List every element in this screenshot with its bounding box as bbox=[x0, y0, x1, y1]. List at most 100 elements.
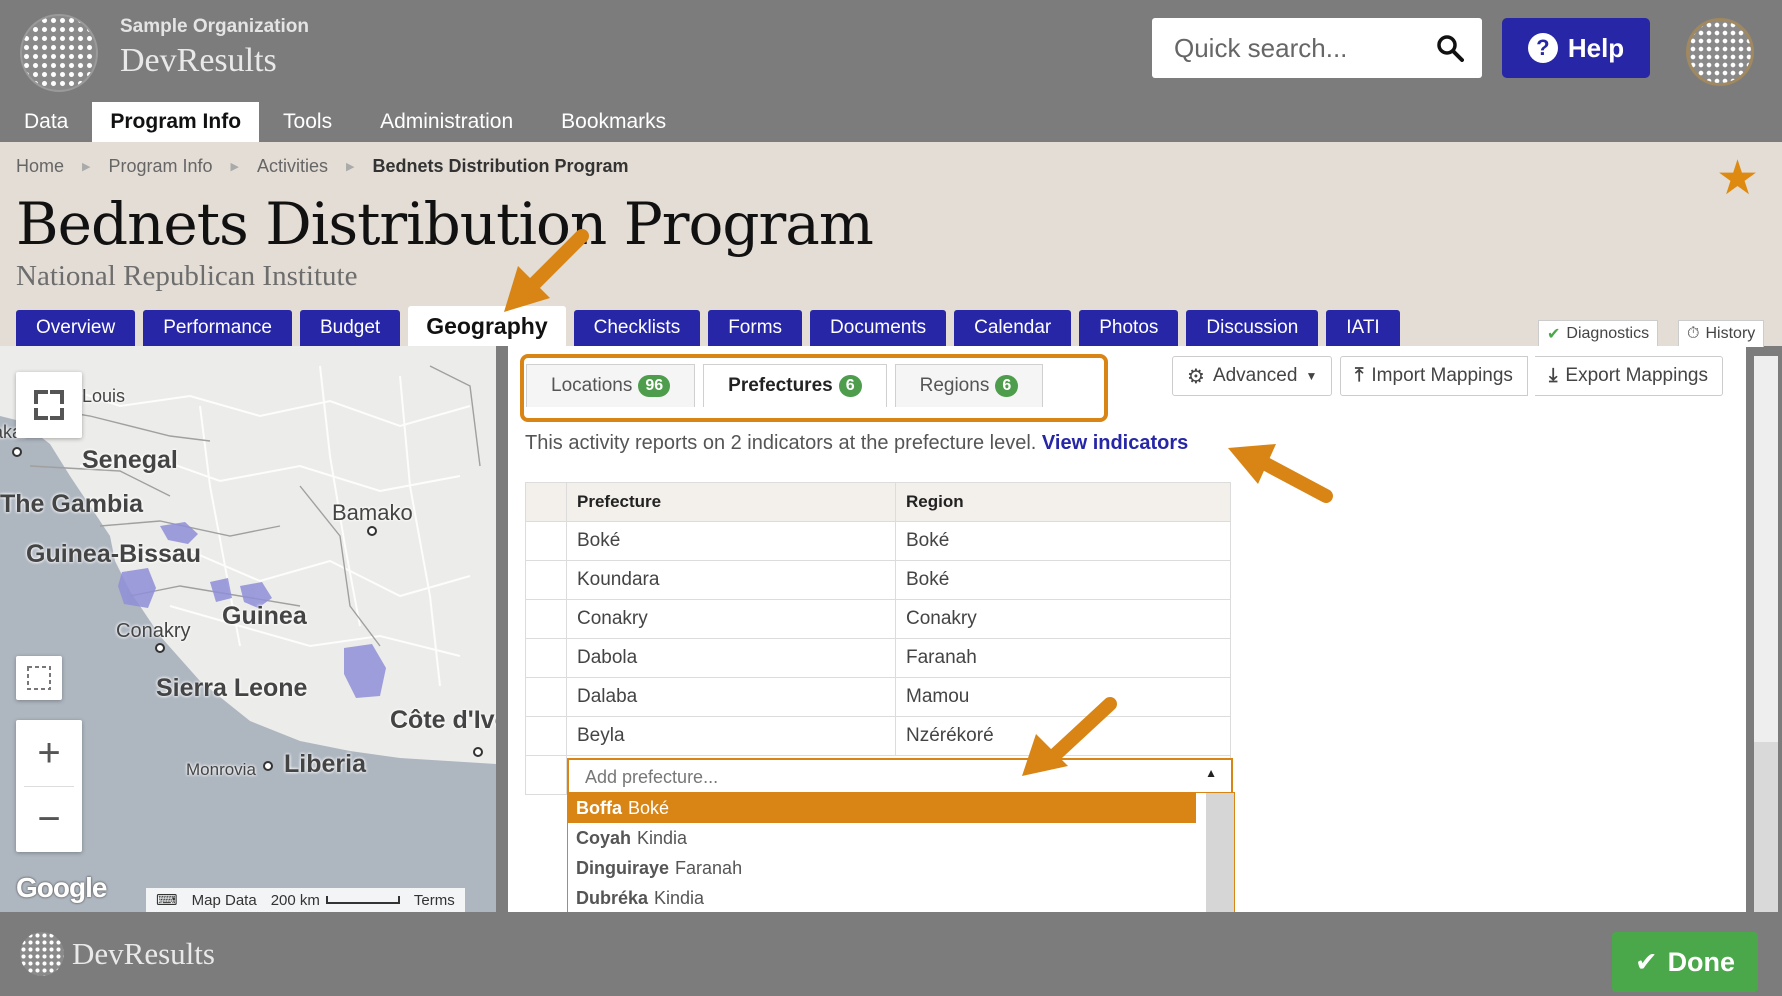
cell-region: Boké bbox=[895, 560, 1231, 600]
history-button[interactable]: ⏱ History bbox=[1678, 320, 1765, 347]
nav-bookmarks[interactable]: Bookmarks bbox=[537, 102, 690, 142]
map-view[interactable]: Louis Dakar Senegal The Gambia Bamako Gu… bbox=[0, 346, 496, 912]
tab-forms[interactable]: Forms bbox=[708, 310, 803, 346]
scale-bar bbox=[325, 896, 400, 904]
advanced-dropdown-button[interactable]: ⚙ Advanced ▼ bbox=[1172, 356, 1333, 396]
breadcrumb-home[interactable]: Home bbox=[16, 156, 64, 177]
map-label-louis: Louis bbox=[82, 386, 126, 406]
add-prefecture-combobox[interactable]: ▲ bbox=[567, 758, 1233, 794]
view-indicators-link[interactable]: View indicators bbox=[1042, 432, 1188, 454]
footer-app-name: DevResults bbox=[72, 936, 215, 971]
page-subtitle: National Republican Institute bbox=[16, 260, 358, 292]
table-header-row: Prefecture Region bbox=[525, 482, 1231, 522]
cell-prefecture[interactable]: Boké bbox=[566, 521, 896, 561]
cell-region: Boké bbox=[895, 521, 1231, 561]
dropdown-scrollbar[interactable] bbox=[1206, 793, 1234, 912]
tab-iati[interactable]: IATI bbox=[1326, 310, 1400, 346]
map-label-cote-divoire: Côte d'Ivoire bbox=[390, 706, 496, 734]
nav-administration[interactable]: Administration bbox=[356, 102, 537, 142]
nav-tools[interactable]: Tools bbox=[259, 102, 356, 142]
done-button[interactable]: ✔ Done bbox=[1612, 932, 1758, 992]
diagnostics-button[interactable]: ✔ Diagnostics bbox=[1538, 320, 1659, 347]
breadcrumb-activities[interactable]: Activities bbox=[257, 156, 328, 177]
help-label: Help bbox=[1567, 32, 1625, 63]
map-attribution: ⌨ Map Data 200 km Terms bbox=[146, 888, 465, 912]
check-icon: ✔ bbox=[1634, 946, 1658, 977]
table-row[interactable]: Conakry Conakry bbox=[525, 599, 1231, 639]
fullscreen-icon bbox=[34, 390, 64, 420]
option-item[interactable]: Coyah Kindia bbox=[568, 823, 1196, 853]
fit-bounds-button[interactable] bbox=[16, 656, 62, 700]
terms-link[interactable]: Terms bbox=[414, 892, 455, 909]
row-handle[interactable] bbox=[525, 638, 567, 678]
cell-prefecture[interactable]: Conakry bbox=[566, 599, 896, 639]
help-button[interactable]: ? Help bbox=[1502, 18, 1650, 78]
cell-prefecture[interactable]: Dabola bbox=[566, 638, 896, 678]
prefecture-options-list: Boffa Boké Coyah Kindia Dinguiraye Faran… bbox=[567, 792, 1235, 912]
keyboard-icon[interactable]: ⌨ bbox=[156, 891, 178, 909]
map-label-sierra-leone: Sierra Leone bbox=[156, 674, 308, 702]
row-handle[interactable] bbox=[525, 599, 567, 639]
row-handle[interactable] bbox=[525, 560, 567, 600]
row-handle[interactable] bbox=[525, 677, 567, 717]
column-header-prefecture[interactable]: Prefecture bbox=[566, 482, 896, 522]
option-item[interactable]: Boffa Boké bbox=[568, 793, 1196, 823]
cell-prefecture[interactable]: Dalaba bbox=[566, 677, 896, 717]
tab-budget[interactable]: Budget bbox=[299, 310, 401, 346]
map-label-guinea: Guinea bbox=[222, 602, 307, 630]
tab-discussion[interactable]: Discussion bbox=[1186, 310, 1319, 346]
import-mappings-button[interactable]: ⤒ Import Mappings bbox=[1340, 356, 1528, 396]
nav-data[interactable]: Data bbox=[0, 102, 92, 142]
fullscreen-button[interactable] bbox=[16, 372, 82, 438]
map-data-link[interactable]: Map Data bbox=[192, 892, 257, 909]
map-label-guinea-bissau: Guinea-Bissau bbox=[26, 540, 202, 568]
globe-logo-icon[interactable] bbox=[20, 14, 98, 92]
search-icon[interactable] bbox=[1436, 34, 1464, 62]
zoom-controls: + − bbox=[16, 720, 82, 852]
column-header-region[interactable]: Region bbox=[895, 482, 1231, 522]
tab-photos[interactable]: Photos bbox=[1079, 310, 1179, 346]
app-name[interactable]: DevResults bbox=[120, 42, 277, 80]
export-mappings-button[interactable]: ⤓ Export Mappings bbox=[1535, 356, 1723, 396]
search-input[interactable] bbox=[1172, 30, 1426, 66]
activity-tabs: Overview Performance Budget Geography Ch… bbox=[16, 306, 1400, 346]
user-avatar[interactable] bbox=[1686, 18, 1754, 86]
zoom-out-button[interactable]: − bbox=[16, 786, 82, 852]
option-region: Boké bbox=[628, 797, 670, 818]
nav-program-info[interactable]: Program Info bbox=[92, 102, 260, 142]
tab-documents[interactable]: Documents bbox=[810, 310, 947, 346]
table-row[interactable]: Koundara Boké bbox=[525, 560, 1231, 600]
tab-performance[interactable]: Performance bbox=[143, 310, 292, 346]
map-scale[interactable]: 200 km bbox=[271, 892, 400, 909]
cell-region: Conakry bbox=[895, 599, 1231, 639]
table-row[interactable]: Dabola Faranah bbox=[525, 638, 1231, 678]
scrollbar-thumb[interactable] bbox=[1754, 356, 1778, 742]
gear-icon: ⚙ bbox=[1187, 365, 1205, 388]
page-scrollbar[interactable] bbox=[1754, 356, 1778, 912]
cell-prefecture[interactable]: Beyla bbox=[566, 716, 896, 756]
google-logo[interactable]: Google bbox=[16, 872, 107, 904]
zoom-in-button[interactable]: + bbox=[16, 720, 82, 786]
option-item[interactable]: Dinguiraye Faranah bbox=[568, 853, 1196, 883]
subtabs-highlight bbox=[520, 354, 1108, 422]
cell-prefecture[interactable]: Koundara bbox=[566, 560, 896, 600]
tab-overview[interactable]: Overview bbox=[16, 310, 136, 346]
page-title: Bednets Distribution Program bbox=[16, 190, 874, 258]
breadcrumb-current: Bednets Distribution Program bbox=[372, 156, 629, 176]
breadcrumb-program-info[interactable]: Program Info bbox=[108, 156, 212, 177]
tab-calendar[interactable]: Calendar bbox=[954, 310, 1072, 346]
row-handle[interactable] bbox=[525, 521, 567, 561]
row-handle[interactable] bbox=[525, 716, 567, 756]
organization-name: Sample Organization bbox=[120, 16, 309, 37]
caret-up-icon[interactable]: ▲ bbox=[1205, 766, 1217, 780]
diagnostics-label: Diagnostics bbox=[1566, 325, 1650, 342]
option-item[interactable]: Dubréka Kindia bbox=[568, 883, 1196, 912]
arrow-annotation-view-indicators bbox=[1228, 444, 1333, 503]
quick-search bbox=[1152, 18, 1482, 78]
bookmark-star-icon[interactable]: ★ bbox=[1716, 150, 1759, 206]
app-footer: DevResults ✔ Done bbox=[0, 912, 1782, 996]
row-handle-header bbox=[525, 482, 567, 522]
table-row[interactable]: Boké Boké bbox=[525, 521, 1231, 561]
arrow-annotation-geography bbox=[504, 229, 589, 312]
option-name: Dubréka bbox=[576, 887, 649, 908]
